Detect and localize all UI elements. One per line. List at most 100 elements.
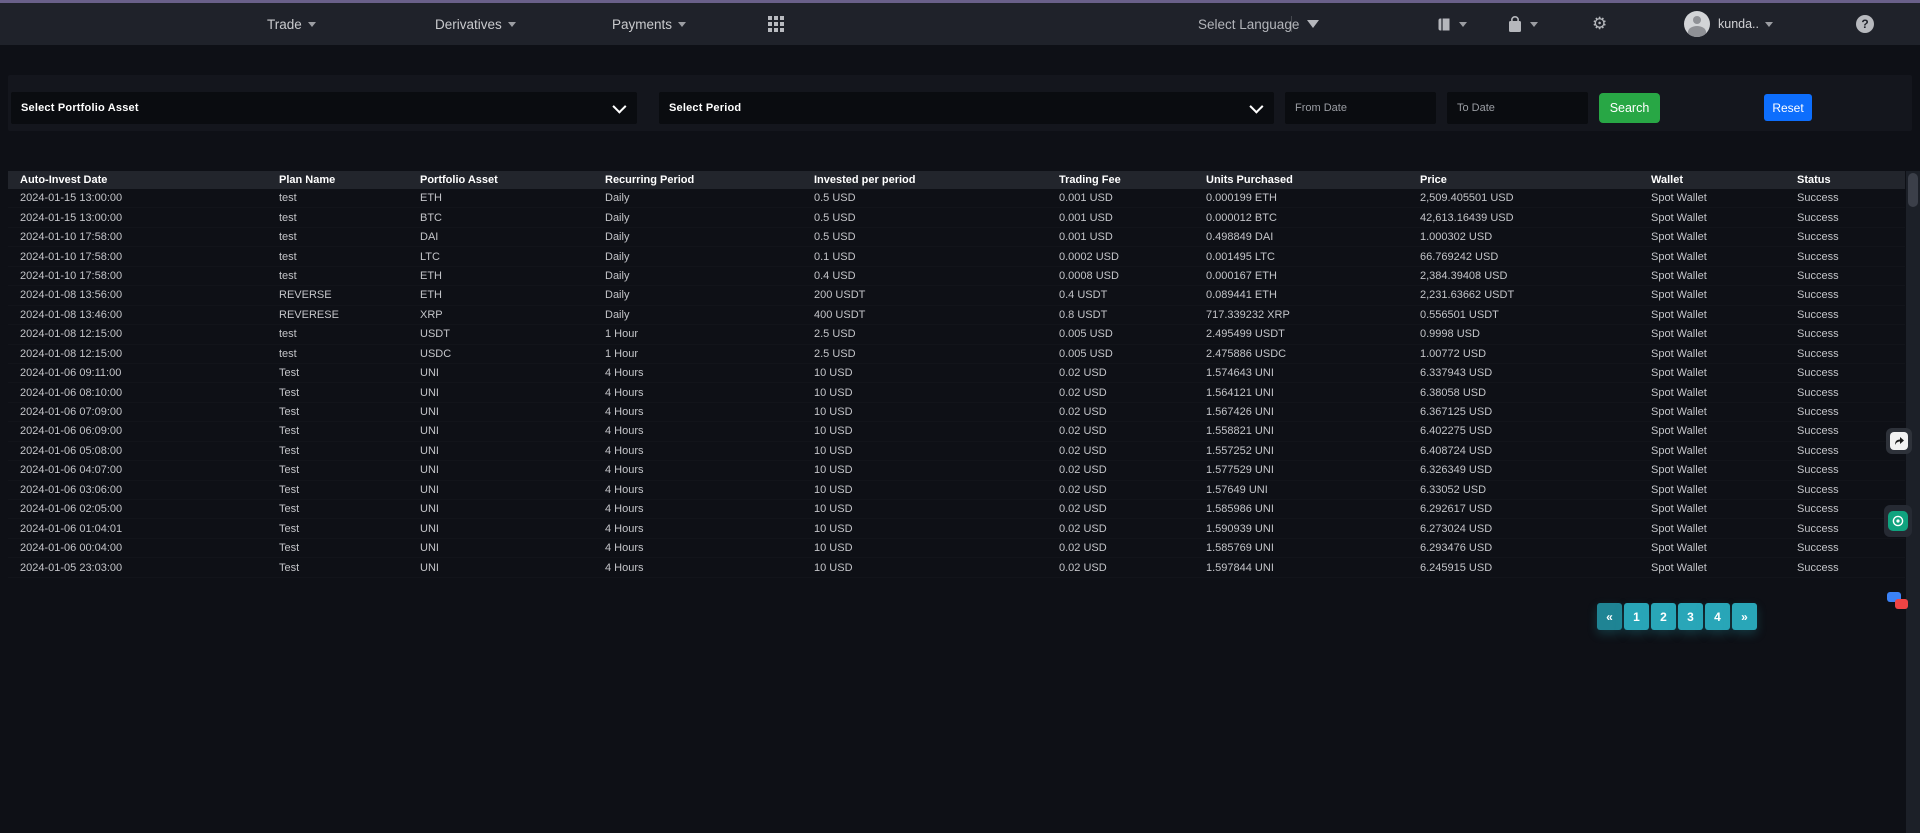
table-cell: Test [279, 484, 420, 496]
table-cell: 10 USD [814, 464, 1059, 476]
table-cell: Success [1797, 309, 1905, 321]
table-cell: 0.005 USD [1059, 328, 1206, 340]
gear-glyph: ⚙ [1592, 3, 1607, 45]
table-cell: Daily [605, 192, 814, 204]
table-cell: Spot Wallet [1651, 212, 1797, 224]
pagination-page-2[interactable]: 2 [1651, 603, 1676, 630]
table-body: 2024-01-15 13:00:00testETHDaily0.5 USD0.… [8, 189, 1905, 578]
chatgpt-extension-icon[interactable] [1884, 505, 1912, 537]
table-cell: Test [279, 445, 420, 457]
chevron-down-icon [308, 22, 316, 27]
chevron-down-icon [1765, 22, 1773, 27]
user-menu[interactable]: kunda.. [1718, 3, 1773, 45]
table-cell: 1 Hour [605, 328, 814, 340]
scrollbar-thumb[interactable] [1908, 173, 1918, 207]
language-dropdown-icon[interactable] [1307, 20, 1319, 28]
table-cell: UNI [420, 445, 605, 457]
period-select[interactable]: Select Period [659, 92, 1274, 124]
table-cell: 10 USD [814, 484, 1059, 496]
table-cell: 0.5 USD [814, 192, 1059, 204]
avatar[interactable] [1684, 11, 1710, 37]
table-cell: Success [1797, 484, 1905, 496]
table-cell: 2.495499 USDT [1206, 328, 1420, 340]
table-cell: 6.337943 USD [1420, 367, 1651, 379]
chevron-down-icon [508, 22, 516, 27]
table-cell: 2.5 USD [814, 348, 1059, 360]
apps-grid-icon[interactable] [768, 16, 785, 33]
table-cell: UNI [420, 542, 605, 554]
table-cell: 0.0008 USD [1059, 270, 1206, 282]
table-cell: 0.001 USD [1059, 231, 1206, 243]
table-cell: Spot Wallet [1651, 523, 1797, 535]
table-cell: 10 USD [814, 425, 1059, 437]
table-cell: 2024-01-08 13:46:00 [20, 309, 279, 321]
table-cell: BTC [420, 212, 605, 224]
chat-bubbles-extension-icon[interactable] [1886, 590, 1912, 616]
column-header: Portfolio Asset [420, 174, 605, 186]
to-date-placeholder: To Date [1447, 102, 1495, 114]
table-cell: Spot Wallet [1651, 231, 1797, 243]
settings-gear-icon[interactable]: ⚙ [1592, 3, 1607, 45]
portfolio-asset-select[interactable]: Select Portfolio Asset [11, 92, 637, 124]
nav-item-payments[interactable]: Payments [612, 3, 686, 45]
table-cell: 0.556501 USDT [1420, 309, 1651, 321]
wallet-bag-icon[interactable] [1506, 3, 1538, 45]
table-cell: LTC [420, 251, 605, 263]
table-cell: Success [1797, 367, 1905, 379]
table-cell: 2024-01-10 17:58:00 [20, 251, 279, 263]
table-cell: 1.567426 UNI [1206, 406, 1420, 418]
table-cell: Daily [605, 289, 814, 301]
to-date-input[interactable]: To Date [1447, 92, 1588, 124]
table-cell: Spot Wallet [1651, 309, 1797, 321]
chevron-down-icon [612, 100, 626, 114]
scrollbar-track[interactable] [1906, 171, 1920, 833]
help-glyph: ? [1861, 17, 1868, 31]
table-cell: 2,231.63662 USDT [1420, 289, 1651, 301]
table-cell: 0.02 USD [1059, 523, 1206, 535]
table-cell: 0.5 USD [814, 212, 1059, 224]
table-cell: Success [1797, 542, 1905, 554]
table-row: 2024-01-15 13:00:00testETHDaily0.5 USD0.… [8, 189, 1905, 208]
table-cell: 10 USD [814, 406, 1059, 418]
pagination-prev[interactable]: « [1597, 603, 1622, 630]
table-cell: 6.408724 USD [1420, 445, 1651, 457]
table-cell: Daily [605, 212, 814, 224]
pagination-next[interactable]: » [1732, 603, 1757, 630]
orders-book-icon[interactable] [1436, 3, 1467, 45]
table-cell: Success [1797, 192, 1905, 204]
table-cell: Success [1797, 251, 1905, 263]
table-cell: Test [279, 387, 420, 399]
nav-item-trade[interactable]: Trade [267, 3, 316, 45]
table-cell: Spot Wallet [1651, 367, 1797, 379]
table-cell: 6.367125 USD [1420, 406, 1651, 418]
pagination-page-4[interactable]: 4 [1705, 603, 1730, 630]
table-cell: USDT [420, 328, 605, 340]
nav-item-derivatives[interactable]: Derivatives [435, 3, 516, 45]
table-cell: 10 USD [814, 503, 1059, 515]
table-cell: Test [279, 503, 420, 515]
table-cell: 2024-01-06 03:06:00 [20, 484, 279, 496]
table-cell: test [279, 348, 420, 360]
table-cell: test [279, 270, 420, 282]
share-extension-icon[interactable] [1886, 428, 1912, 454]
table-cell: 6.402275 USD [1420, 425, 1651, 437]
reset-button[interactable]: Reset [1764, 94, 1812, 121]
table-row: 2024-01-06 07:09:00TestUNI4 Hours10 USD0… [8, 403, 1905, 422]
table-cell: 1.000302 USD [1420, 231, 1651, 243]
table-cell: 66.769242 USD [1420, 251, 1651, 263]
from-date-input[interactable]: From Date [1285, 92, 1436, 124]
search-button[interactable]: Search [1599, 93, 1660, 123]
chevron-down-icon [1249, 100, 1263, 114]
table-cell: Spot Wallet [1651, 406, 1797, 418]
language-selector[interactable]: Select Language [1198, 3, 1299, 45]
table-cell: 2024-01-06 07:09:00 [20, 406, 279, 418]
table-cell: Daily [605, 231, 814, 243]
table-cell: 10 USD [814, 523, 1059, 535]
pagination-page-1[interactable]: 1 [1624, 603, 1649, 630]
table-cell: 6.245915 USD [1420, 562, 1651, 574]
help-icon[interactable]: ? [1856, 15, 1874, 33]
table-cell: 0.089441 ETH [1206, 289, 1420, 301]
table-cell: 0.02 USD [1059, 445, 1206, 457]
column-header: Status [1797, 174, 1905, 186]
pagination-page-3[interactable]: 3 [1678, 603, 1703, 630]
